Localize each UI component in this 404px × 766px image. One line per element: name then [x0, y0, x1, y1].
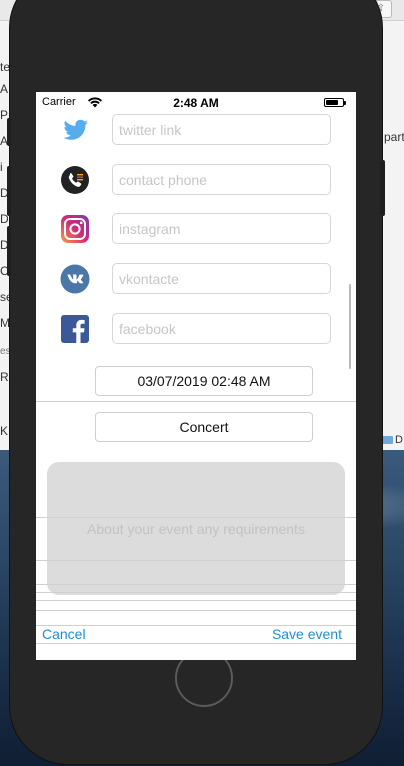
contact-phone-input[interactable] [112, 164, 331, 195]
picker-line [36, 584, 356, 585]
cancel-button[interactable]: Cancel [42, 626, 86, 642]
instagram-icon [61, 215, 89, 243]
picker-line [36, 610, 356, 611]
folder-label: D [395, 434, 403, 446]
facebook-input[interactable] [112, 313, 331, 344]
about-event-placeholder: About your event any requirements [87, 521, 305, 537]
desktop-text-fragment: es [0, 346, 11, 357]
app-screen: Carrier 2:48 AM twitter link contact pho… [36, 92, 356, 660]
volume-up-button [7, 166, 11, 216]
mute-switch [7, 118, 11, 146]
social-row-contact-phone [36, 164, 356, 196]
picker-line [36, 560, 356, 561]
event-date-picker-button[interactable]: 03/07/2019 02:48 AM [95, 366, 313, 396]
picker-line [36, 592, 356, 593]
event-category-button[interactable]: Concert [95, 412, 313, 442]
section-divider [36, 401, 356, 402]
social-row-vkontacte [36, 263, 356, 295]
instagram-input[interactable] [112, 213, 331, 244]
desktop-text-fragment: A [0, 82, 9, 96]
desktop-text-fragment: R [0, 370, 9, 384]
vk-icon [60, 264, 90, 294]
social-row-instagram [36, 213, 356, 245]
desktop-text-fragment: part [384, 130, 404, 144]
volume-down-button [7, 226, 11, 276]
phone-icon [61, 166, 89, 194]
scroll-indicator[interactable] [349, 284, 351, 369]
battery-level-fill [326, 100, 338, 105]
twitter-icon [63, 119, 88, 140]
status-time: 2:48 AM [173, 96, 219, 110]
desktop-text-fragment: i [0, 160, 3, 174]
picker-line [36, 517, 356, 518]
facebook-icon [61, 315, 89, 343]
about-event-textarea[interactable]: About your event any requirements [47, 462, 345, 595]
power-button [380, 160, 385, 216]
save-event-button[interactable]: Save event [272, 626, 342, 642]
social-row-facebook [36, 313, 356, 345]
desktop-text-fragment: M [0, 316, 10, 330]
folder-item[interactable]: D [382, 434, 404, 448]
battery-icon [324, 98, 346, 107]
vkontacte-input[interactable] [112, 263, 331, 294]
desktop-text-fragment: K [0, 424, 9, 438]
picker-line [36, 600, 356, 601]
desktop-text-fragment: te [0, 60, 11, 74]
social-row-twitter [36, 114, 356, 146]
twitter-link-input[interactable] [112, 114, 331, 145]
status-bar: Carrier 2:48 AM [36, 92, 356, 112]
folder-icon [382, 436, 393, 445]
action-toolbar: Cancel Save event [36, 624, 356, 644]
